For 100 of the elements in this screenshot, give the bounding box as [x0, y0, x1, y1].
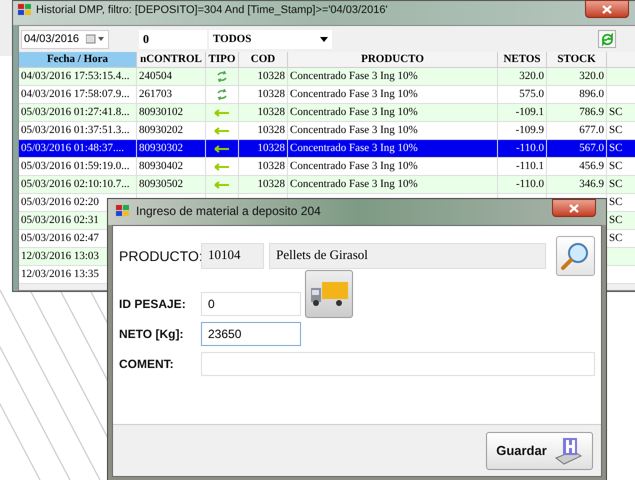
left-arrow-icon	[214, 180, 230, 188]
table-cell: 240504	[139, 70, 172, 82]
refresh-button[interactable]	[598, 30, 616, 48]
column-header[interactable]: PRODUCTO	[288, 52, 498, 68]
truck-icon	[309, 280, 349, 308]
cycle-arrows-icon	[216, 89, 228, 100]
field-label: ID PESAJE:	[119, 296, 187, 313]
table-cell: 80930102	[139, 106, 183, 118]
table-cell: Concentrado Fase 3 Ing 10%	[290, 70, 418, 82]
table-cell: SC	[609, 232, 622, 244]
table-cell: 12/03/2016 13:35	[21, 268, 99, 280]
table-cell: -109.1	[516, 106, 544, 118]
table-cell: -110.0	[516, 142, 544, 154]
column-header[interactable]: STOCK	[547, 52, 607, 68]
table-cell: Concentrado Fase 3 Ing 10%	[290, 178, 418, 190]
table-cell: 567.0	[579, 142, 604, 154]
table-cell: 80930302	[139, 142, 183, 154]
table-cell: 80930502	[139, 178, 183, 190]
table-cell: SC	[609, 142, 622, 154]
refresh-icon	[600, 32, 614, 46]
table-cell: 10328	[258, 160, 285, 172]
search-button[interactable]	[556, 236, 595, 276]
table-cell: 320.0	[519, 70, 544, 82]
window-title: Historial DMP, filtro: [DEPOSITO]=304 And [Time_Stamp]>='04/03/2016'	[36, 4, 388, 16]
table-cell: 05/03/2016 02:20	[21, 196, 99, 208]
table-cell: SC	[609, 196, 622, 208]
close-button[interactable]	[585, 0, 629, 18]
table-cell: 05/03/2016 01:37:51.3...	[21, 124, 130, 136]
table-cell: 677.0	[579, 124, 604, 136]
table-cell: Concentrado Fase 3 Ing 10%	[290, 124, 418, 136]
column-header[interactable]: NETOS	[498, 52, 547, 68]
input-field[interactable]: 0	[201, 292, 301, 316]
caret-icon	[320, 36, 328, 42]
comment-field[interactable]	[200, 352, 595, 376]
date-value: 04/03/2016	[24, 32, 80, 47]
table-cell: -110.0	[516, 178, 544, 190]
app-icon	[18, 4, 32, 15]
table-cell: 575.0	[519, 88, 544, 100]
table-cell: Concentrado Fase 3 Ing 10%	[290, 142, 418, 154]
table-row[interactable]: 05/03/2016 01:59:19.0... 80930402 10328 Concentrado Fase 3 Ing 10% -110.1 456.9 SC	[19, 158, 635, 176]
date-picker[interactable]: 04/03/2016	[21, 30, 109, 48]
table-cell: 05/03/2016 02:31	[21, 214, 99, 226]
field-label: NETO [Kg]:	[119, 326, 184, 343]
column-header[interactable]: Fecha / Hora	[19, 52, 137, 68]
table-cell: 10328	[258, 142, 285, 154]
table-cell: 10328	[258, 88, 285, 100]
table-cell: 786.9	[579, 106, 604, 118]
app-icon	[116, 205, 130, 216]
table-cell: SC	[609, 214, 622, 226]
dialog-title: Ingreso de material a deposito 204	[136, 205, 321, 218]
field-label: COMENT:	[119, 356, 175, 373]
table-cell: 10328	[258, 70, 285, 82]
table-cell: 80930202	[139, 124, 183, 136]
number-field[interactable]: 0	[139, 30, 207, 48]
table-cell: Concentrado Fase 3 Ing 10%	[290, 106, 418, 118]
table-cell: SC	[609, 124, 622, 136]
close-icon	[602, 4, 612, 14]
calendar-dropdown-icon	[86, 34, 106, 44]
filter-value: TODOS	[213, 32, 252, 47]
table-cell: 896.0	[579, 88, 604, 100]
table-row[interactable]: 05/03/2016 01:48:37.... 80930302 10328 Concentrado Fase 3 Ing 10% -110.0 567.0 SC	[19, 140, 635, 158]
product-code-field: 10104	[201, 243, 264, 269]
table-row[interactable]: 04/03/2016 17:58:07.9... 261703 10328 Concentrado Fase 3 Ing 10% 575.0 896.0	[19, 86, 635, 104]
table-cell: Concentrado Fase 3 Ing 10%	[290, 160, 418, 172]
close-icon	[569, 204, 579, 212]
table-cell: 346.9	[579, 178, 604, 190]
search-icon	[560, 241, 590, 271]
table-cell: 04/03/2016 17:58:07.9...	[21, 88, 130, 100]
close-button[interactable]	[552, 199, 596, 217]
table-cell: 05/03/2016 02:10:10.7...	[21, 178, 130, 190]
table-cell: 05/03/2016 01:59:19.0...	[21, 160, 130, 172]
left-arrow-icon	[214, 144, 230, 152]
table-cell: 12/03/2016 13:03	[21, 250, 99, 262]
left-arrow-icon	[214, 162, 230, 170]
column-header[interactable]: nCONTROL	[137, 52, 206, 68]
save-button[interactable]: Guardar	[486, 432, 593, 470]
column-header[interactable]: COD	[239, 52, 288, 68]
table-row[interactable]: 04/03/2016 17:53:15.4... 240504 10328 Concentrado Fase 3 Ing 10% 320.0 320.0	[19, 68, 635, 86]
field-label: PRODUCTO:	[119, 246, 201, 266]
column-header[interactable]: TIPO	[206, 52, 239, 68]
table-row[interactable]: 05/03/2016 01:37:51.3... 80930202 10328 Concentrado Fase 3 Ing 10% -109.9 677.0 SC	[19, 122, 635, 140]
truck-button[interactable]	[305, 270, 353, 318]
table-cell: 10328	[258, 178, 285, 190]
table-cell: 10328	[258, 106, 285, 118]
disk-icon	[552, 436, 583, 466]
table-cell: 05/03/2016 02:47	[21, 232, 99, 244]
table-cell: -109.9	[516, 124, 544, 136]
background-panel	[0, 0, 12, 56]
cycle-arrows-icon	[216, 71, 228, 82]
table-cell: 320.0	[579, 70, 604, 82]
table-row[interactable]: 05/03/2016 02:10:10.7... 80930502 10328 Concentrado Fase 3 Ing 10% -110.0 346.9 SC	[19, 176, 635, 194]
table-cell: 261703	[139, 88, 172, 100]
table-row[interactable]: 05/03/2016 01:27:41.8... 80930102 10328 Concentrado Fase 3 Ing 10% -109.1 786.9 SC	[19, 104, 635, 122]
left-arrow-icon	[214, 126, 230, 134]
input-field[interactable]: 23650	[201, 322, 301, 346]
table-cell: 05/03/2016 01:48:37....	[21, 142, 124, 154]
filter-dropdown[interactable]: TODOS	[209, 30, 332, 48]
product-name-field: Pellets de Girasol	[269, 243, 546, 269]
table-cell: SC	[609, 106, 622, 118]
table-cell: -110.1	[516, 160, 544, 172]
